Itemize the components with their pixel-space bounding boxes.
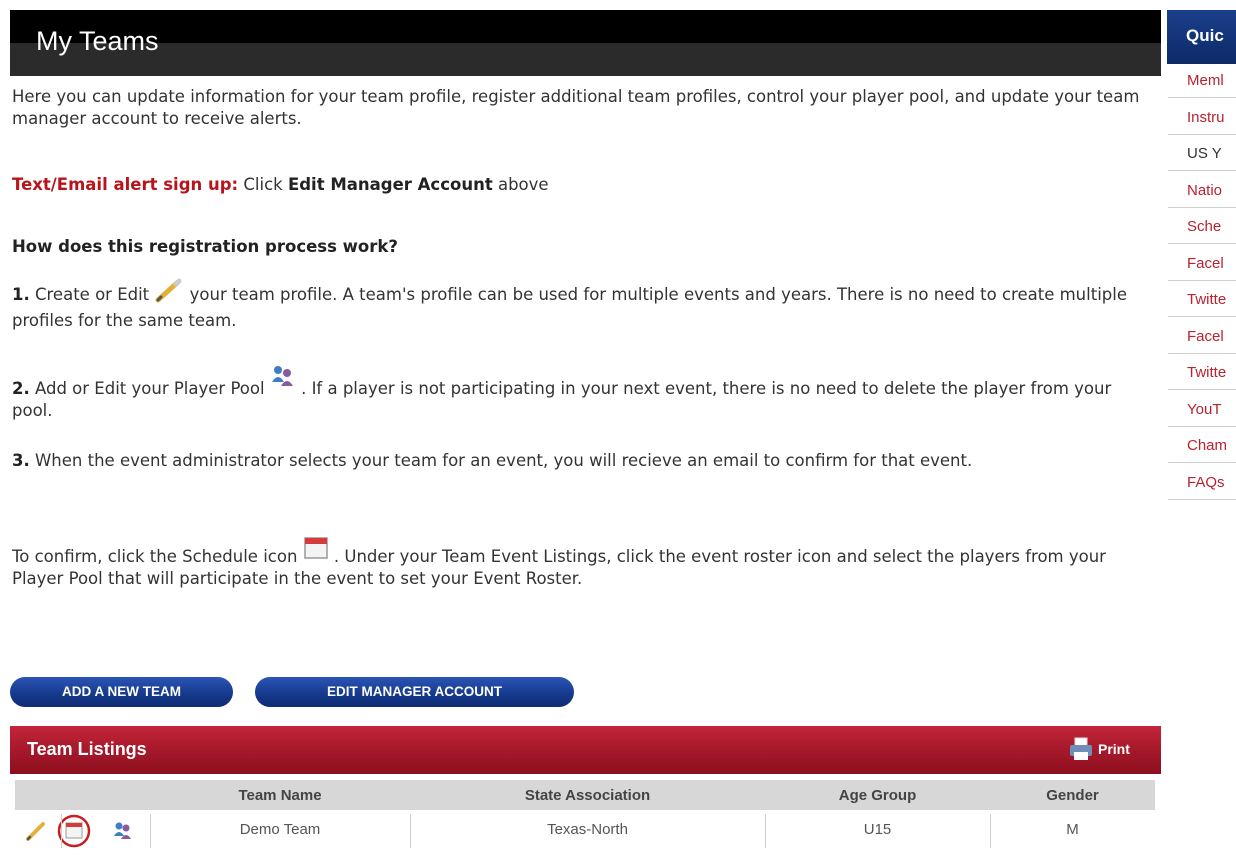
edit-manager-account-button[interactable]: EDIT MANAGER ACCOUNT (255, 677, 574, 707)
step-2: 2. Add or Edit your Player Pool . If a p… (12, 364, 1152, 422)
alert-label: Text/Email alert sign up: (12, 175, 239, 194)
alert-line: Text/Email alert sign up: Click Edit Man… (12, 174, 1152, 196)
step-3-number: 3. (12, 451, 30, 470)
row-player-pool-icon[interactable] (112, 820, 134, 846)
cell-age-group: U15 (863, 821, 892, 838)
row-edit-pencil-icon[interactable] (25, 820, 47, 846)
col-gender: Gender (1046, 787, 1099, 804)
quick-link-item[interactable]: Twitte (1168, 283, 1236, 317)
cell-divider (61, 814, 62, 848)
team-listings-title: Team Listings (27, 739, 147, 759)
step-1-number: 1. (12, 285, 30, 304)
calendar-icon (303, 536, 329, 566)
quick-link-item[interactable]: Sche (1168, 210, 1236, 244)
step-2-number: 2. (12, 379, 30, 398)
step-3: 3. When the event administrator selects … (12, 450, 1152, 472)
quick-link-item[interactable]: YouT (1168, 393, 1236, 427)
pencil-icon (154, 278, 184, 310)
process-heading: How does this registration process work? (12, 237, 398, 256)
confirm-before: To confirm, click the Schedule icon (12, 547, 303, 566)
page-title: My Teams (36, 26, 159, 56)
quick-links-sidebar: Quic Meml Instru US Y Natio Sche Facel Twitte F… (1167, 10, 1236, 540)
quick-link-item[interactable]: Facel (1168, 320, 1236, 354)
step-1: 1. Create or Edit your team profile. A t… (12, 278, 1152, 332)
cell-state-association: Texas-North (547, 821, 628, 838)
col-state-association: State Association (524, 787, 651, 804)
confirm-text: To confirm, click the Schedule icon . Un… (12, 536, 1152, 590)
quick-link-item[interactable]: FAQs (1168, 466, 1236, 500)
quick-link-item[interactable]: Cham (1168, 429, 1236, 463)
step-2-before: Add or Edit your Player Pool (29, 379, 270, 398)
alert-text-after: above (492, 175, 549, 194)
print-button[interactable]: Print (1068, 736, 1143, 762)
quick-link-item[interactable]: US Y (1168, 137, 1236, 171)
alert-text-before: Click (238, 175, 288, 194)
quick-link-item[interactable]: Meml (1168, 64, 1236, 98)
team-listings-header: Team Listings Print (10, 726, 1161, 774)
step-3-text: When the event administrator selects you… (29, 451, 973, 470)
quick-link-item[interactable]: Natio (1168, 174, 1236, 208)
col-age-group: Age Group (838, 787, 917, 804)
cell-gender: M (1066, 821, 1079, 838)
intro-text: Here you can update information for your… (12, 87, 1140, 128)
quick-link-item[interactable]: Instru (1168, 101, 1236, 135)
table-header: Team Name State Association Age Group Ge… (15, 780, 1155, 810)
quick-link-item[interactable]: Facel (1168, 247, 1236, 281)
print-label: Print (1098, 741, 1130, 757)
quick-links-header: Quic (1167, 10, 1236, 64)
cell-team-name[interactable]: Demo Team (150, 821, 410, 838)
players-icon (270, 364, 296, 394)
printer-icon (1068, 736, 1094, 766)
quick-links-title: Quic (1186, 26, 1224, 45)
alert-link-text: Edit Manager Account (287, 175, 493, 194)
quick-link-item[interactable]: Twitte (1168, 356, 1236, 390)
table-row: Demo Team Texas-North U15 M (15, 814, 1155, 848)
page-header: My Teams (10, 10, 1161, 76)
step-1-before: Create or Edit (29, 285, 155, 304)
add-new-team-button[interactable]: ADD A NEW TEAM (10, 677, 233, 707)
col-team-name: Team Name (238, 787, 322, 804)
team-listings: Team Listings Print Team Name State Asso… (10, 726, 1161, 858)
